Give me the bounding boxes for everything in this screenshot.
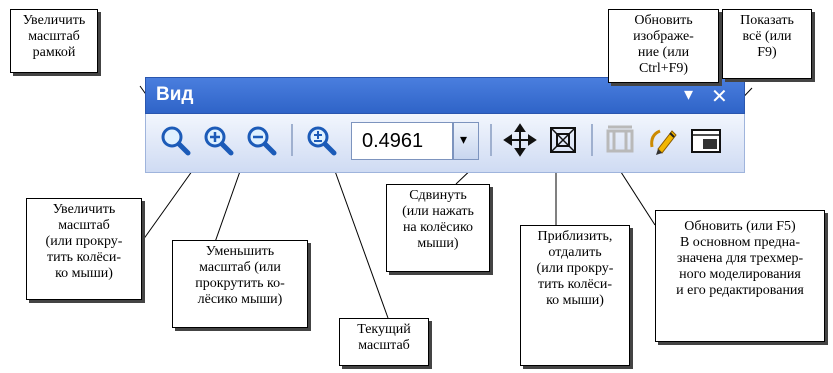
toolbar-separator: [490, 124, 492, 156]
callout-redraw: Обновить изображе- ние (или Ctrl+F9): [608, 9, 719, 83]
scale-magnifier-icon: [307, 126, 337, 156]
toolbar-separator: [591, 124, 593, 156]
callout-zoom-fit: Приблизить, отдалить (или прокру- тить к…: [520, 225, 630, 366]
scale-dropdown-button[interactable]: ▾: [453, 122, 479, 160]
show-all-window-icon: [691, 129, 721, 153]
callout-show-all: Показать всё (или F9): [722, 9, 812, 79]
current-scale-button[interactable]: [304, 123, 338, 157]
toolbar-body: 0.4961 ▾: [145, 114, 745, 173]
callout-pan: Сдвинуть (или нажать на колёсико мыши): [386, 184, 490, 272]
callout-zoom-out: Уменьшить масштаб (или прокрутить ко- лё…: [172, 240, 308, 328]
toolbar-separator: [291, 124, 293, 156]
toolbar-menu-icon[interactable]: ▾: [684, 84, 693, 105]
callout-refresh: Обновить (или F5) В основном предна- зна…: [655, 210, 825, 342]
pan-button[interactable]: [503, 123, 537, 157]
zoom-out-icon: [247, 126, 277, 156]
refresh-3d-icon: [606, 125, 634, 153]
show-all-button[interactable]: [689, 123, 723, 157]
view-toolbar: Вид ▾ ✕ 0.4961 ▾: [145, 77, 745, 173]
zoom-frame-button[interactable]: [158, 123, 192, 157]
redraw-button[interactable]: [646, 123, 680, 157]
fit-frame-icon: [550, 127, 576, 153]
callout-zoom-frame: Увеличить масштаб рамкой: [10, 9, 98, 73]
close-icon[interactable]: ✕: [711, 84, 728, 109]
move-arrows-icon: [503, 123, 537, 157]
refresh-button[interactable]: [604, 123, 638, 157]
magnifier-icon: [161, 126, 191, 156]
zoom-in-icon: [204, 126, 234, 156]
callout-zoom-in: Увеличить масштаб (или прокру- тить колё…: [26, 198, 142, 300]
scale-input[interactable]: 0.4961: [351, 122, 453, 160]
pencil-redraw-icon: [650, 129, 677, 155]
chevron-down-icon: ▾: [460, 132, 468, 148]
toolbar-title: Вид: [156, 84, 194, 105]
callout-current-scale: Текущий масштаб: [339, 318, 429, 366]
zoom-fit-button[interactable]: [546, 123, 580, 157]
zoom-out-button[interactable]: [244, 123, 278, 157]
zoom-in-button[interactable]: [201, 123, 235, 157]
